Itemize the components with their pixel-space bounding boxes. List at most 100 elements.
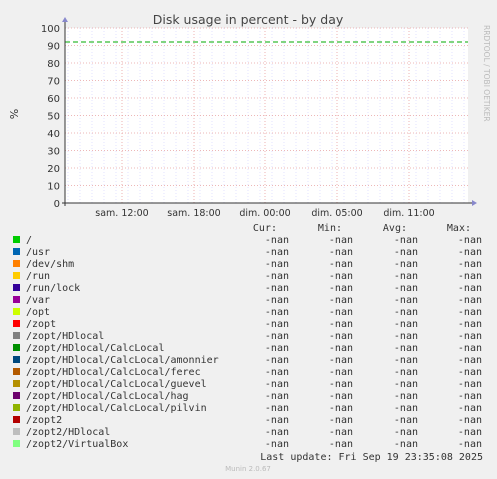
legend-value: -nan (265, 415, 289, 426)
legend-swatch (13, 392, 20, 399)
legend-header: Cur: (253, 223, 277, 234)
legend-value: -nan (329, 439, 353, 450)
legend-value: -nan (329, 295, 353, 306)
legend-value: -nan (265, 331, 289, 342)
y-tick-label: 90 (47, 42, 60, 53)
legend-value: -nan (394, 307, 418, 318)
legend-series-name: /run/lock (26, 283, 80, 294)
legend-value: -nan (265, 343, 289, 354)
legend-value: -nan (458, 259, 482, 270)
y-tick-label: 10 (47, 182, 60, 193)
legend-swatch (13, 344, 20, 351)
legend-value: -nan (394, 295, 418, 306)
legend-value: -nan (329, 403, 353, 414)
legend-value: -nan (394, 247, 418, 258)
x-tick-label: sam. 12:00 (95, 208, 148, 219)
legend-header: Min: (318, 223, 342, 234)
legend-swatch (13, 416, 20, 423)
legend-value: -nan (394, 283, 418, 294)
legend-value: -nan (265, 391, 289, 402)
legend-swatch (13, 428, 20, 435)
disk-usage-chart: Disk usage in percent - by day % RRDTOOL… (0, 0, 497, 479)
y-tick-label: 30 (47, 147, 60, 158)
legend-value: -nan (329, 391, 353, 402)
legend-header: Max: (447, 223, 471, 234)
legend-series-name: /zopt2/HDlocal (26, 427, 110, 438)
legend-value: -nan (329, 379, 353, 390)
legend-swatch (13, 284, 20, 291)
legend-value: -nan (394, 235, 418, 246)
legend-value: -nan (329, 367, 353, 378)
legend-value: -nan (329, 427, 353, 438)
legend-value: -nan (394, 271, 418, 282)
legend-swatch (13, 440, 20, 447)
legend-value: -nan (394, 331, 418, 342)
legend-series-name: /zopt/HDlocal/CalcLocal/pilvin (26, 403, 207, 414)
legend-series-name: /opt (26, 307, 50, 318)
x-tick-label: dim. 00:00 (239, 208, 290, 219)
legend-series-name: /usr (26, 247, 50, 258)
legend-value: -nan (458, 295, 482, 306)
legend-swatch (13, 368, 20, 375)
legend-series-name: /var (26, 295, 50, 306)
legend-series-name: /zopt2/VirtualBox (26, 439, 128, 450)
legend-value: -nan (394, 415, 418, 426)
legend-value: -nan (265, 427, 289, 438)
y-tick-label: 80 (47, 59, 60, 70)
legend-series-name: /zopt/HDlocal/CalcLocal (26, 343, 164, 354)
legend-series-name: /zopt2 (26, 415, 62, 426)
legend-value: -nan (458, 343, 482, 354)
legend-swatch (13, 320, 20, 327)
x-tick-label: dim. 11:00 (383, 208, 434, 219)
legend-value: -nan (458, 367, 482, 378)
legend-value: -nan (329, 415, 353, 426)
legend-value: -nan (265, 319, 289, 330)
legend-value: -nan (265, 283, 289, 294)
legend-value: -nan (265, 379, 289, 390)
legend-value: -nan (265, 367, 289, 378)
legend-series-name: /zopt/HDlocal/CalcLocal/amonnier (26, 355, 219, 366)
legend-value: -nan (394, 343, 418, 354)
legend-value: -nan (265, 247, 289, 258)
legend-value: -nan (394, 427, 418, 438)
legend-value: -nan (458, 427, 482, 438)
legend-swatch (13, 260, 20, 267)
legend-value: -nan (458, 379, 482, 390)
y-tick-label: 70 (47, 77, 60, 88)
legend-series-name: /dev/shm (26, 259, 74, 270)
footer: Munin 2.0.67 (225, 465, 271, 473)
chart-title: Disk usage in percent - by day (153, 12, 344, 27)
legend-value: -nan (265, 355, 289, 366)
legend-value: -nan (329, 331, 353, 342)
legend-value: -nan (458, 307, 482, 318)
legend-value: -nan (394, 403, 418, 414)
legend-value: -nan (394, 379, 418, 390)
legend-swatch (13, 308, 20, 315)
y-tick-label: 0 (54, 199, 60, 210)
legend-value: -nan (458, 439, 482, 450)
legend-value: -nan (329, 259, 353, 270)
legend-series-name: /zopt (26, 319, 56, 330)
legend-swatch (13, 404, 20, 411)
legend-value: -nan (265, 235, 289, 246)
x-tick-label: sam. 18:00 (167, 208, 220, 219)
legend-swatch (13, 356, 20, 363)
legend-series-name: / (26, 235, 32, 246)
legend-value: -nan (394, 355, 418, 366)
legend-value: -nan (329, 307, 353, 318)
legend-swatch (13, 272, 20, 279)
side-label: RRDTOOL / TOBI OETIKER (482, 25, 491, 122)
legend-value: -nan (458, 235, 482, 246)
legend-value: -nan (329, 235, 353, 246)
legend-series-name: /zopt/HDlocal/CalcLocal/guevel (26, 379, 207, 390)
legend-value: -nan (458, 403, 482, 414)
legend-swatch (13, 248, 20, 255)
legend-value: -nan (329, 355, 353, 366)
legend-value: -nan (458, 271, 482, 282)
legend-series-name: /run (26, 271, 50, 282)
legend-value: -nan (458, 283, 482, 294)
legend-value: -nan (265, 271, 289, 282)
legend-value: -nan (329, 271, 353, 282)
y-tick-label: 100 (41, 24, 60, 35)
legend-value: -nan (394, 259, 418, 270)
